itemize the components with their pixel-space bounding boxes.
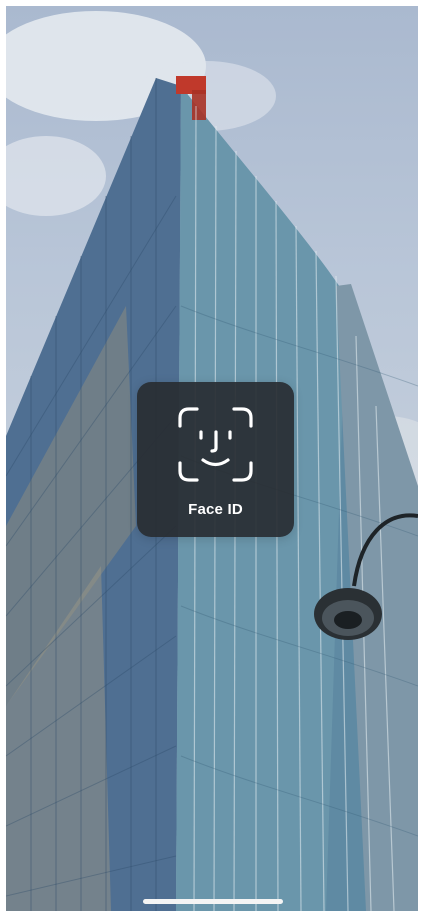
face-id-icon [178, 407, 253, 482]
faceid-prompt: Face ID [137, 382, 294, 537]
home-indicator[interactable] [143, 899, 283, 904]
faceid-label: Face ID [188, 501, 243, 518]
lock-screen: Face ID [0, 0, 424, 911]
